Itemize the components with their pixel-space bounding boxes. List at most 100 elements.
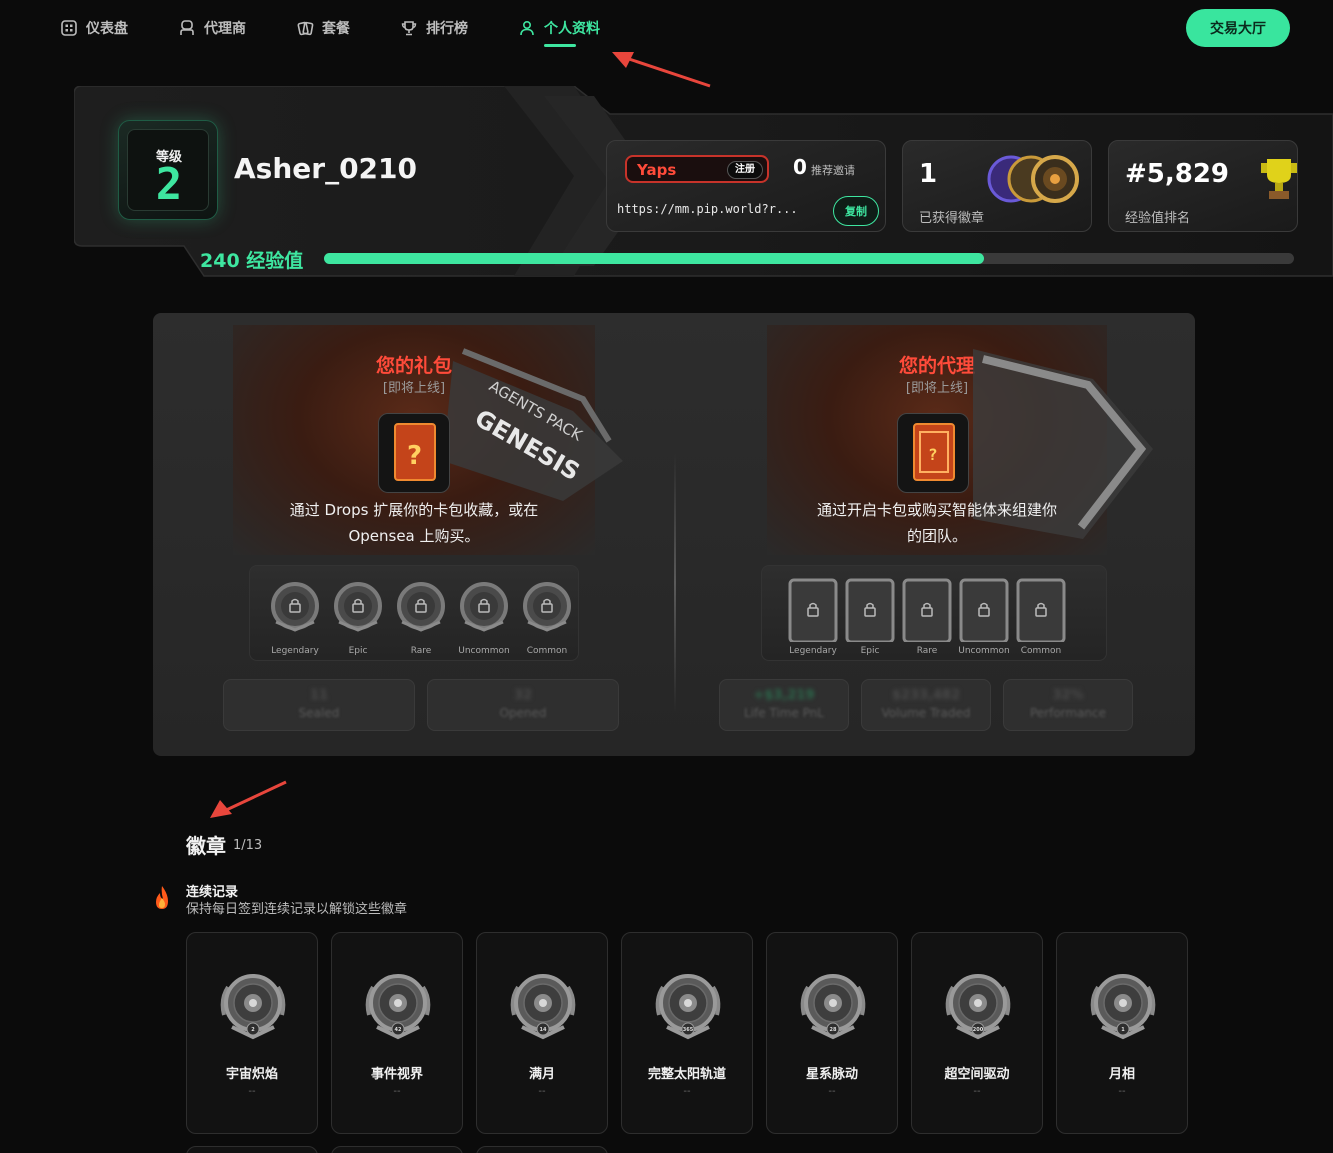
agent-rarity-epic[interactable]: Epic bbox=[839, 576, 901, 656]
copy-button[interactable]: 复制 bbox=[833, 196, 879, 226]
packs-description-line-2: Opensea 上购买。 bbox=[348, 527, 480, 545]
agent-rarity-rare[interactable]: Rare bbox=[896, 576, 958, 656]
volume-label: Volume Traded bbox=[881, 706, 971, 720]
badge-card[interactable]: 1 月相 -- bbox=[1056, 932, 1188, 1134]
rarity-epic[interactable]: Epic bbox=[327, 576, 389, 656]
earned-badges-icon bbox=[987, 155, 1079, 203]
badge-name: 超空间驱动 bbox=[944, 1067, 1010, 1082]
packs-description-line-1: 通过 Drops 扩展你的卡包收藏，或在 bbox=[289, 501, 539, 519]
badge-name: 月相 bbox=[1108, 1067, 1135, 1082]
badge-medal-icon: 2 bbox=[220, 974, 286, 1040]
locked-card-icon bbox=[902, 578, 952, 644]
locked-card-icon bbox=[959, 578, 1009, 644]
nav-label: 仪表盘 bbox=[86, 21, 128, 37]
badge-card[interactable]: 28 星系脉动 -- bbox=[766, 932, 898, 1134]
active-tab-indicator bbox=[544, 44, 576, 47]
nav-item-leaderboard[interactable]: 排行榜 bbox=[400, 18, 468, 38]
badge-card-partial bbox=[476, 1146, 608, 1153]
locked-medal-icon bbox=[460, 582, 508, 632]
nav-label: 个人资料 bbox=[544, 21, 600, 37]
nav-item-packs[interactable]: 套餐 bbox=[296, 18, 350, 38]
rarity-rare[interactable]: Rare bbox=[390, 576, 452, 656]
nav-label: 代理商 bbox=[204, 21, 246, 37]
panel-divider bbox=[674, 453, 676, 713]
agent-rarity-common[interactable]: Common bbox=[1010, 576, 1072, 656]
locked-card-icon bbox=[1016, 578, 1066, 644]
yaps-pill: Yaps 注册 bbox=[625, 155, 769, 183]
nav-item-profile[interactable]: 个人资料 bbox=[518, 18, 600, 38]
svg-text:?: ? bbox=[928, 445, 938, 464]
badge-progress: -- bbox=[538, 1086, 546, 1097]
nav-item-dashboard[interactable]: 仪表盘 bbox=[60, 18, 128, 38]
rarity-legendary[interactable]: Legendary bbox=[264, 576, 326, 656]
badge-card[interactable]: 42 事件视界 -- bbox=[331, 932, 463, 1134]
badge-name: 宇宙炽焰 bbox=[225, 1067, 278, 1082]
badge-tier: 28 bbox=[830, 1027, 837, 1033]
badges-earned-label: 已获得徽章 bbox=[919, 211, 985, 226]
rarity-uncommon[interactable]: Uncommon bbox=[453, 576, 515, 656]
volume-value: $233,482 bbox=[891, 688, 961, 703]
register-tag[interactable]: 注册 bbox=[727, 161, 763, 179]
agent-rarity-legendary[interactable]: Legendary bbox=[782, 576, 844, 656]
agent-rarity-uncommon[interactable]: Uncommon bbox=[953, 576, 1015, 656]
nav-item-agents[interactable]: 代理商 bbox=[178, 18, 246, 38]
badge-tier: 2 bbox=[251, 1027, 255, 1033]
rarity-label: Common bbox=[526, 646, 568, 656]
cards-icon bbox=[297, 21, 314, 36]
badge-tier: 14 bbox=[540, 1027, 547, 1033]
pnl-stat: +$3,219 Life Time PnL bbox=[719, 679, 849, 731]
user-icon bbox=[520, 20, 534, 36]
rarity-label: Common bbox=[1020, 646, 1062, 656]
pack-icon: ? bbox=[378, 413, 450, 493]
badge-medal-icon: 200 bbox=[945, 974, 1011, 1040]
trophy-icon bbox=[1261, 159, 1297, 199]
badge-card[interactable]: 365 完整太阳轨道 -- bbox=[621, 932, 753, 1134]
svg-text:?: ? bbox=[407, 441, 422, 471]
fire-icon bbox=[156, 886, 168, 909]
badges-stat-card[interactable]: 1 已获得徽章 bbox=[902, 140, 1092, 232]
badge-card[interactable]: 200 超空间驱动 -- bbox=[911, 932, 1043, 1134]
badge-tier: 365 bbox=[683, 1027, 694, 1033]
opened-value: 32 bbox=[513, 688, 533, 703]
badge-card[interactable]: 14 满月 -- bbox=[476, 932, 608, 1134]
badge-progress: -- bbox=[828, 1086, 836, 1097]
yaps-label: Yaps bbox=[637, 161, 677, 179]
badges-earned-count: 1 bbox=[919, 159, 938, 189]
badge-medal-icon: 1 bbox=[1090, 974, 1156, 1040]
badge-progress: -- bbox=[973, 1086, 981, 1097]
agent-icon bbox=[180, 20, 194, 35]
locked-medal-icon bbox=[523, 582, 571, 632]
trade-hall-button[interactable]: 交易大厅 bbox=[1186, 9, 1290, 47]
sealed-stat: 11 Sealed bbox=[223, 679, 415, 731]
badge-progress: -- bbox=[1118, 1086, 1126, 1097]
agents-description: 通过开启卡包或购买智能体来组建你 的团队。 bbox=[767, 497, 1107, 549]
opened-stat: 32 Opened bbox=[427, 679, 619, 731]
sealed-label: Sealed bbox=[298, 706, 340, 720]
nav-label: 套餐 bbox=[322, 21, 350, 37]
locked-medal-icon bbox=[397, 582, 445, 632]
badge-medal-icon: 28 bbox=[800, 974, 866, 1040]
badge-card[interactable]: 2 宇宙炽焰 -- bbox=[186, 932, 318, 1134]
annotation-arrow bbox=[612, 52, 711, 88]
performance-value: 32% bbox=[1052, 688, 1084, 703]
badge-tier: 42 bbox=[395, 1027, 402, 1033]
badges-title: 徽章 bbox=[186, 834, 226, 858]
xp-rank-label: 经验值排名 bbox=[1125, 211, 1191, 226]
badge-card-partial bbox=[186, 1146, 318, 1153]
performance-stat: 32% Performance bbox=[1003, 679, 1133, 731]
packs-promo: 您的礼包 [即将上线] AGENTS PACK GENESIS ? 通过 Dro… bbox=[233, 325, 623, 555]
xp-rank-card[interactable]: #5,829 经验值排名 bbox=[1108, 140, 1298, 232]
badge-medal-icon: 42 bbox=[365, 974, 431, 1040]
locked-card-icon bbox=[788, 578, 838, 644]
volume-stat: $233,482 Volume Traded bbox=[861, 679, 991, 731]
packs-agents-panel: 您的礼包 [即将上线] AGENTS PACK GENESIS ? 通过 Dro… bbox=[153, 313, 1195, 756]
agent-icon-tile: ? bbox=[897, 413, 969, 493]
streak-section-description: 保持每日签到连续记录以解锁这些徽章 bbox=[186, 902, 408, 917]
genesis-pack-art: AGENTS PACK GENESIS bbox=[443, 348, 623, 501]
badge-name: 事件视界 bbox=[370, 1067, 423, 1082]
badge-medal-icon: 14 bbox=[510, 974, 576, 1040]
rarity-common[interactable]: Common bbox=[516, 576, 578, 656]
xp-progress-bar bbox=[324, 253, 1294, 264]
badge-name: 完整太阳轨道 bbox=[647, 1067, 726, 1082]
locked-medal-icon bbox=[271, 582, 319, 632]
